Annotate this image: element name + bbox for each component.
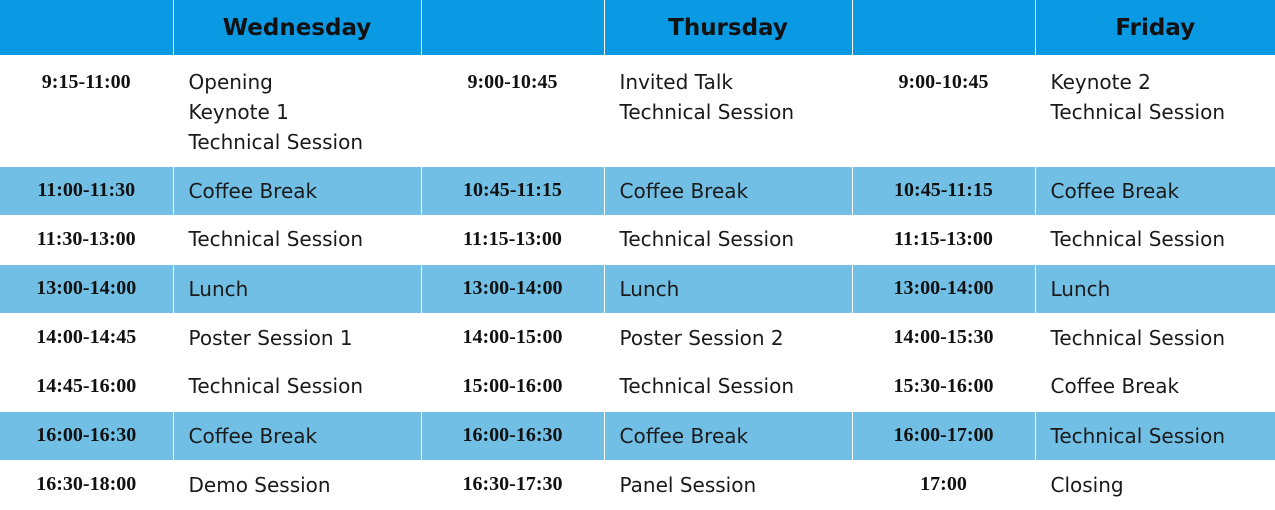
event-cell-wednesday: Poster Session 1 [172,313,421,362]
event-label: Demo Session [188,472,331,497]
time-slot-wednesday: 11:00-11:30 [0,166,173,215]
event-cell-friday: Coffee Break [1034,166,1275,215]
event-cell-thursday: Invited Talk Technical Session [603,55,852,166]
event-cell-friday: Lunch [1034,264,1275,313]
event-cell-friday: Technical Session [1034,411,1275,460]
schedule-header: Wednesday Thursday Friday [0,0,1275,55]
event-label: Coffee Break [188,178,318,203]
time-slot-wednesday: 13:00-14:00 [0,264,173,313]
event-label: Keynote 1 [188,100,289,124]
time-slot-friday: 15:30-16:00 [851,362,1035,411]
event-label: Coffee Break [619,423,749,448]
event-label: Technical Session [1050,100,1226,124]
time-slot-thursday: 13:00-14:00 [420,264,604,313]
event-label: Coffee Break [1050,374,1180,399]
event-cell-friday: Coffee Break [1034,362,1275,411]
event-cell-thursday: Lunch [603,264,852,313]
event-label: Poster Session 2 [619,325,784,350]
event-label: Technical Session [1050,423,1226,448]
time-slot-friday: 10:45-11:15 [851,166,1035,215]
time-slot-friday: 13:00-14:00 [851,264,1035,313]
event-label: Closing [1050,472,1124,497]
schedule-body: 9:15-11:00 Opening Keynote 1 Technical Sess… [0,55,1275,509]
event-label: Technical Session [1050,227,1226,252]
event-cell-thursday: Technical Session [603,362,852,411]
schedule-row: 16:30-18:00 Demo Session 16:30-17:30 Panel … [0,460,1275,509]
event-cell-friday: Closing [1034,460,1275,509]
time-slot-wednesday: 16:00-16:30 [0,411,173,460]
time-slot-friday: 9:00-10:45 [851,55,1035,166]
header-time-friday [851,0,1035,55]
event-cell-wednesday: Coffee Break [172,166,421,215]
event-label: Technical Session [619,227,795,252]
schedule-row: 16:00-16:30 Coffee Break 16:00-16:30 Coffee… [0,411,1275,460]
header-time-wednesday [0,0,173,55]
time-slot-thursday: 16:30-17:30 [420,460,604,509]
event-cell-wednesday: Technical Session [172,215,421,264]
schedule-row: 9:15-11:00 Opening Keynote 1 Technical Sess… [0,55,1275,166]
event-label: Invited Talk [619,70,733,94]
event-cell-wednesday: Lunch [172,264,421,313]
event-label: Poster Session 1 [188,325,353,350]
event-label: Coffee Break [188,423,318,448]
time-slot-friday: 17:00 [851,460,1035,509]
event-cell-friday: Technical Session [1034,215,1275,264]
time-slot-friday: 16:00-17:00 [851,411,1035,460]
event-cell-thursday: Coffee Break [603,411,852,460]
event-label: Lunch [619,276,680,301]
time-slot-thursday: 15:00-16:00 [420,362,604,411]
time-slot-thursday: 14:00-15:00 [420,313,604,362]
time-slot-wednesday: 16:30-18:00 [36,473,137,495]
time-slot-thursday: 11:15-13:00 [420,215,604,264]
time-slot-wednesday: 9:15-11:00 [41,71,131,93]
time-slot-friday: 14:00-15:30 [851,313,1035,362]
event-cell-wednesday: Opening Keynote 1 Technical Session [172,55,421,166]
event-cell-wednesday: Demo Session [172,460,421,509]
event-label: Coffee Break [1050,178,1180,203]
event-cell-thursday: Poster Session 2 [603,313,852,362]
time-slot-wednesday: 14:45-16:00 [36,374,137,397]
event-label: Technical Session [188,130,364,154]
event-label: Technical Session [619,100,795,124]
header-time-thursday [420,0,604,55]
event-label: Lunch [188,276,249,301]
time-slot-thursday: 16:00-16:30 [420,411,604,460]
event-cell-thursday: Coffee Break [603,166,852,215]
event-label: Technical Session [188,374,364,399]
time-slot-wednesday: 14:00-14:45 [36,326,137,348]
header-row: Wednesday Thursday Friday [0,0,1275,55]
event-label: Lunch [1050,276,1111,301]
event-label: Panel Session [619,472,757,497]
header-thursday: Thursday [603,0,852,55]
event-cell-thursday: Panel Session [603,460,852,509]
time-slot-thursday: 9:00-10:45 [420,55,604,166]
event-cell-friday: Keynote 2 Technical Session [1034,55,1275,166]
event-cell-wednesday: Technical Session [172,362,421,411]
header-friday: Friday [1034,0,1275,55]
event-cell-thursday: Technical Session [603,215,852,264]
schedule-row: 11:00-11:30 Coffee Break 10:45-11:15 Coffee… [0,166,1275,215]
event-label: Technical Session [619,374,795,399]
schedule-row: 11:30-13:00 Technical Session 11:15-13:00 T… [0,215,1275,264]
header-wednesday: Wednesday [172,0,421,55]
event-cell-wednesday: Coffee Break [172,411,421,460]
schedule-table: Wednesday Thursday Friday 9:15-11:00 Open… [0,0,1275,509]
event-label: Keynote 2 [1050,70,1151,94]
schedule-row: 14:00-14:45 Poster Session 1 14:00-15:00 Po… [0,313,1275,362]
time-slot-friday: 11:15-13:00 [851,215,1035,264]
time-slot-wednesday: 11:30-13:00 [36,227,136,250]
time-slot-thursday: 10:45-11:15 [420,166,604,215]
event-label: Technical Session [188,227,364,252]
event-label: Technical Session [1050,325,1226,350]
event-label: Opening [188,70,273,94]
event-label: Coffee Break [619,178,749,203]
schedule-row: 14:45-16:00 Technical Session 15:00-16:00 T… [0,362,1275,411]
schedule-row: 13:00-14:00 Lunch 13:00-14:00 Lunch 13:00-14… [0,264,1275,313]
event-cell-friday: Technical Session [1034,313,1275,362]
